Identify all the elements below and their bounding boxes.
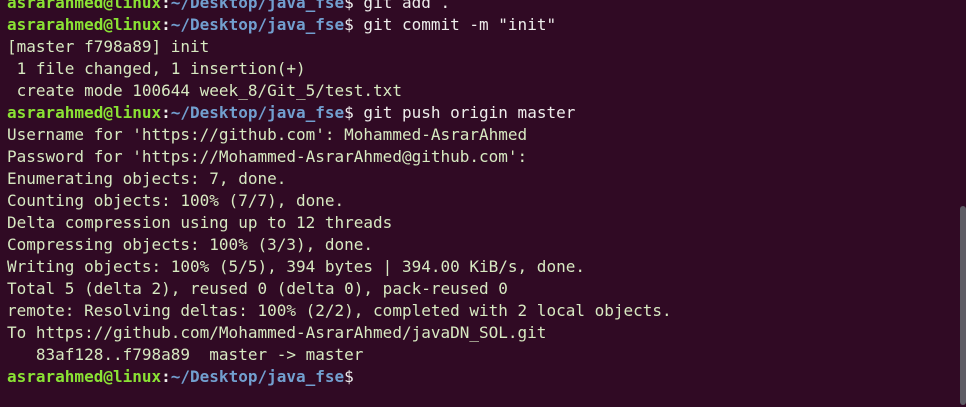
command-text: git push origin master	[353, 103, 576, 122]
prompt-dollar: $	[344, 103, 354, 122]
prompt-path: ~/Desktop/java_fse	[170, 367, 345, 386]
output-line: Total 5 (delta 2), reused 0 (delta 0), p…	[7, 278, 946, 300]
output-text: Compressing objects: 100% (3/3), done.	[7, 235, 374, 254]
output-line: Compressing objects: 100% (3/3), done.	[7, 234, 946, 256]
output-line: remote: Resolving deltas: 100% (2/2), co…	[7, 300, 946, 322]
output-line: Writing objects: 100% (5/5), 394 bytes |…	[7, 256, 946, 278]
output-line: 1 file changed, 1 insertion(+)	[7, 58, 946, 80]
prompt-line: asrarahmed@linux:~/Desktop/java_fse$ git…	[7, 0, 946, 14]
prompt-line: asrarahmed@linux:~/Desktop/java_fse$	[7, 366, 946, 388]
scrollbar-thumb[interactable]	[960, 206, 966, 405]
output-text: remote: Resolving deltas: 100% (2/2), co…	[7, 301, 672, 320]
command-text: git commit -m "init"	[353, 15, 557, 34]
prompt-dollar: $	[344, 367, 354, 386]
output-text: Total 5 (delta 2), reused 0 (delta 0), p…	[7, 279, 508, 298]
prompt-path: ~/Desktop/java_fse	[170, 0, 345, 12]
output-text: 83af128..f798a89 master -> master	[7, 345, 364, 364]
output-line: Password for 'https://Mohammed-AsrarAhme…	[7, 146, 946, 168]
prompt-user: asrarahmed@linux	[7, 367, 162, 386]
prompt-line: asrarahmed@linux:~/Desktop/java_fse$ git…	[7, 14, 946, 36]
output-text: 1 file changed, 1 insertion(+)	[7, 59, 306, 78]
terminal-output: asrarahmed@linux:~/Desktop/java_fse$ git…	[7, 0, 946, 388]
terminal-window[interactable]: asrarahmed@linux:~/Desktop/java_fse$ git…	[0, 0, 966, 407]
output-line: 83af128..f798a89 master -> master	[7, 344, 946, 366]
output-line: create mode 100644 week_8/Git_5/test.txt	[7, 80, 946, 102]
prompt-dollar: $	[344, 0, 354, 12]
output-text: [master f798a89] init	[7, 37, 210, 56]
prompt-colon: :	[161, 103, 171, 122]
prompt-path: ~/Desktop/java_fse	[170, 15, 345, 34]
output-text: create mode 100644 week_8/Git_5/test.txt	[7, 81, 402, 100]
command-text: git add .	[353, 0, 451, 12]
output-line: Delta compression using up to 12 threads	[7, 212, 946, 234]
output-text: Delta compression using up to 12 threads	[7, 213, 393, 232]
prompt-line: asrarahmed@linux:~/Desktop/java_fse$ git…	[7, 102, 946, 124]
output-text: Username for 'https://github.com': Moham…	[7, 125, 528, 144]
output-text: To https://github.com/Mohammed-AsrarAhme…	[7, 323, 547, 342]
output-text: Enumerating objects: 7, done.	[7, 169, 287, 188]
prompt-user: asrarahmed@linux	[7, 103, 162, 122]
output-text: Writing objects: 100% (5/5), 394 bytes |…	[7, 257, 585, 276]
prompt-colon: :	[161, 0, 171, 12]
prompt-path: ~/Desktop/java_fse	[170, 103, 345, 122]
prompt-dollar: $	[344, 15, 354, 34]
output-text: Counting objects: 100% (7/7), done.	[7, 191, 345, 210]
output-line: Username for 'https://github.com': Moham…	[7, 124, 946, 146]
prompt-user: asrarahmed@linux	[7, 15, 162, 34]
output-text: Password for 'https://Mohammed-AsrarAhme…	[7, 147, 528, 166]
output-line: [master f798a89] init	[7, 36, 946, 58]
output-line: Counting objects: 100% (7/7), done.	[7, 190, 946, 212]
prompt-user: asrarahmed@linux	[7, 0, 162, 12]
output-line: Enumerating objects: 7, done.	[7, 168, 946, 190]
prompt-colon: :	[161, 15, 171, 34]
output-line: To https://github.com/Mohammed-AsrarAhme…	[7, 322, 946, 344]
prompt-colon: :	[161, 367, 171, 386]
